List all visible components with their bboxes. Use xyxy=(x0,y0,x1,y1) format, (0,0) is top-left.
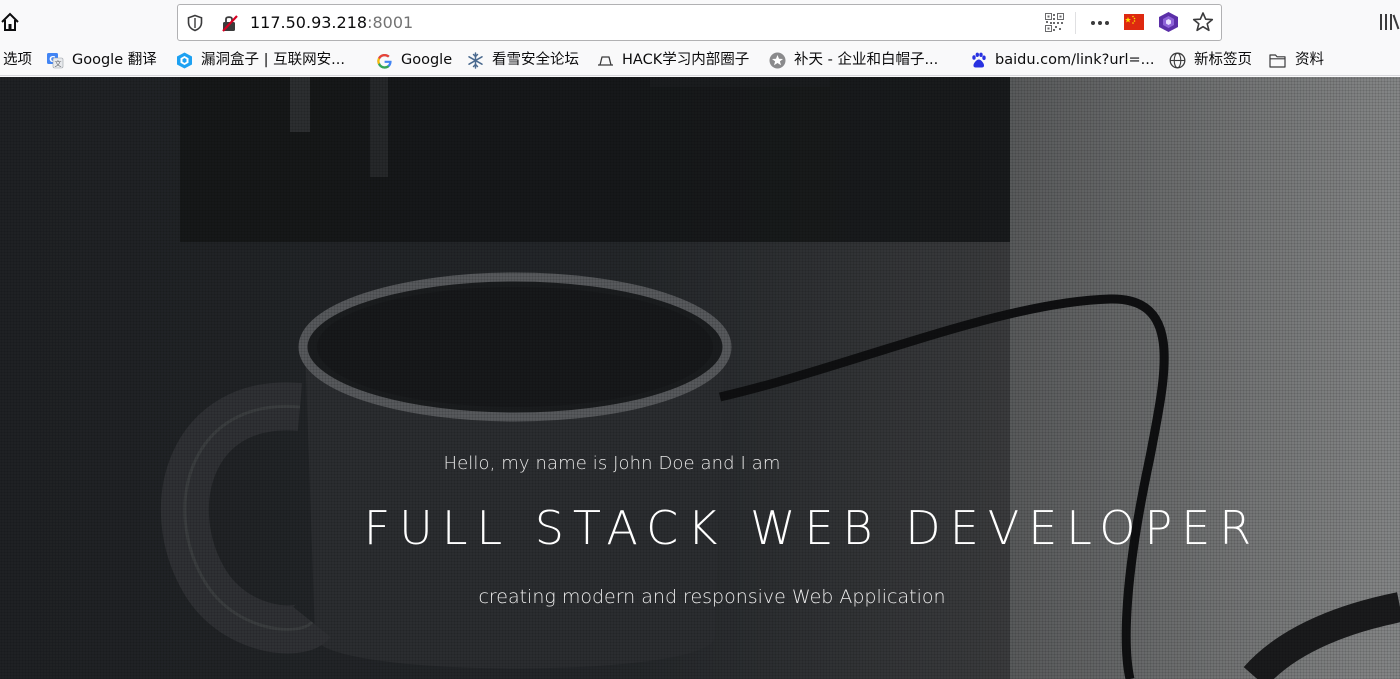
bookmark-label: 补天 - 企业和白帽子... xyxy=(794,52,939,68)
bookmark-label: 选项 xyxy=(3,52,32,68)
bookmark-label: 新标签页 xyxy=(1194,52,1252,68)
globe-icon xyxy=(1169,52,1186,68)
bookmark-star-icon[interactable] xyxy=(1192,11,1214,33)
hero-section: Hello, my name is John Doe and I am FULL… xyxy=(0,77,1400,679)
bookmark-label: 资料 xyxy=(1295,52,1324,68)
home-icon[interactable] xyxy=(0,11,20,33)
hero-title: FULL STACK WEB DEVELOPER xyxy=(363,501,1261,555)
bookmark-item[interactable]: 漏洞盒子 | 互联网安... xyxy=(176,49,345,71)
bookmark-label: Google 翻译 xyxy=(72,52,157,68)
url-port: :8001 xyxy=(367,13,414,32)
bookmark-item[interactable]: HACK学习内部圈子 xyxy=(597,49,749,71)
hexagon-shield-icon xyxy=(177,52,192,68)
bookmark-label: baidu.com/link?url=... xyxy=(995,52,1155,68)
hero-greeting: Hello, my name is John Doe and I am xyxy=(443,453,781,474)
star-badge-icon xyxy=(769,52,786,68)
google-icon xyxy=(377,53,392,69)
bookmark-label: Google xyxy=(401,52,453,68)
library-icon[interactable] xyxy=(1379,12,1400,32)
hero-tagline: creating modern and responsive Web Appli… xyxy=(478,586,946,608)
bookmark-item[interactable]: Google xyxy=(376,49,452,71)
url-bar-separator xyxy=(1075,12,1076,34)
more-icon[interactable] xyxy=(1089,13,1111,33)
bookmark-label: HACK学习内部圈子 xyxy=(622,52,750,68)
bookmark-label: 漏洞盒子 | 互联网安... xyxy=(201,52,345,68)
bookmark-item[interactable]: 看雪安全论坛 xyxy=(467,49,579,71)
svg-text:文: 文 xyxy=(55,59,62,68)
bookmark-label: 看雪安全论坛 xyxy=(492,52,579,68)
china-flag-icon[interactable] xyxy=(1124,13,1144,31)
bookmark-item[interactable]: 新标签页 xyxy=(1169,49,1252,71)
insecure-connection-icon[interactable] xyxy=(220,13,240,33)
baidu-paw-icon xyxy=(972,52,986,68)
hat-icon xyxy=(598,55,613,66)
url-text[interactable]: 117.50.93.218:8001 xyxy=(250,13,413,33)
url-host: 117.50.93.218 xyxy=(250,13,368,32)
url-bar[interactable]: 117.50.93.218:8001 xyxy=(177,4,1222,41)
snowflake-icon xyxy=(468,51,483,69)
bookmark-item[interactable]: baidu.com/link?url=... xyxy=(970,49,1154,71)
bookmark-item[interactable]: G 文 Google 翻译 xyxy=(47,49,157,71)
bookmark-item[interactable]: 资料 xyxy=(1268,49,1324,71)
navigation-toolbar: 117.50.93.218:8001 xyxy=(0,0,1400,44)
extension-icon[interactable] xyxy=(1158,11,1179,33)
bookmark-item[interactable]: 选项 xyxy=(3,49,32,71)
bookmarks-toolbar: 选项 G 文 Google 翻译 漏洞盒子 | 互联网安... Google 看… xyxy=(0,44,1400,76)
google-translate-icon: G 文 xyxy=(47,52,64,68)
folder-icon xyxy=(1269,53,1286,68)
qr-code-icon[interactable] xyxy=(1045,13,1064,32)
bookmark-item[interactable]: 补天 - 企业和白帽子... xyxy=(769,49,938,71)
tracking-protection-icon[interactable] xyxy=(186,14,204,32)
